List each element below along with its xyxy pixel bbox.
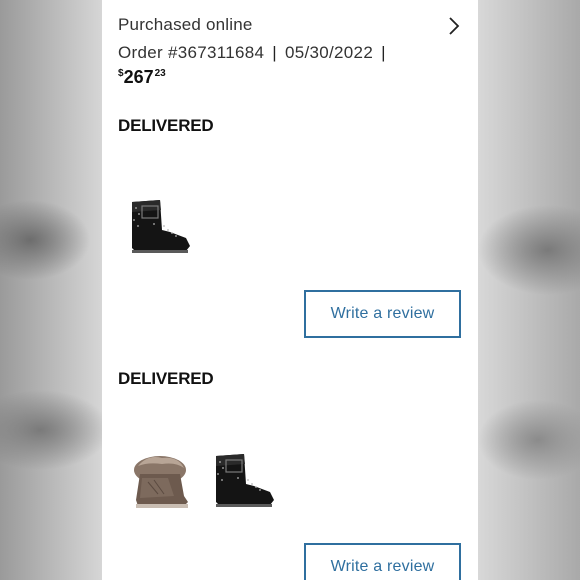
shipment-status: DELIVERED (118, 116, 214, 135)
write-review-button[interactable]: Write a review (304, 543, 461, 580)
order-meta: Order #367311684 | 05/30/2022 | (118, 43, 394, 63)
separator: | (272, 43, 277, 62)
price-cents: 23 (154, 68, 166, 79)
background-blur-left (0, 0, 102, 580)
order-card[interactable]: Purchased online Order #367311684 | 05/30/… (102, 0, 478, 580)
fur-boot-image[interactable] (128, 452, 190, 510)
order-total: $26723 (118, 67, 166, 88)
purchase-channel: Purchased online (118, 15, 253, 34)
order-number: Order #367311684 (118, 43, 265, 62)
write-review-button[interactable]: Write a review (304, 290, 461, 338)
shipment-status: DELIVERED (118, 369, 214, 388)
separator: | (381, 43, 386, 62)
order-date: 05/30/2022 (284, 43, 374, 62)
black-boot-image[interactable] (124, 196, 194, 256)
black-boot-image[interactable] (208, 450, 278, 510)
price-dollars: 267 (123, 67, 154, 87)
background-blur-right (478, 0, 580, 580)
chevron-right-icon[interactable] (448, 16, 460, 36)
